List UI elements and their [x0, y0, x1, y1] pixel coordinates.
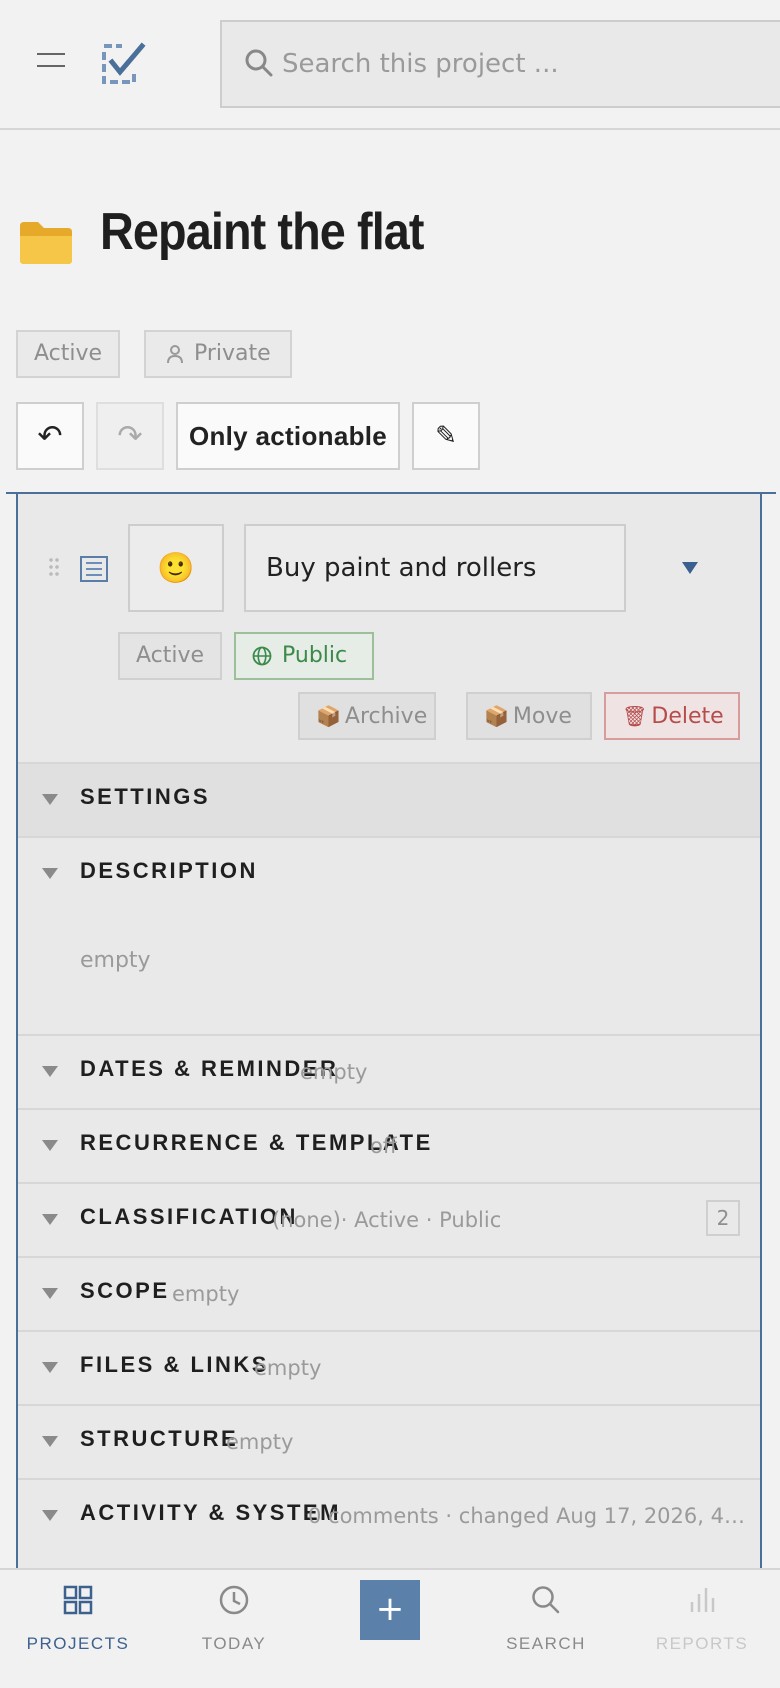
nav-reports-label: REPORTS: [655, 1634, 749, 1653]
section-value: empty: [226, 1430, 294, 1454]
collapse-triangle-icon: [42, 1436, 58, 1447]
add-button[interactable]: +: [360, 1580, 420, 1640]
section-value: off: [370, 1134, 398, 1158]
search-box[interactable]: [220, 20, 780, 108]
person-icon: [167, 345, 183, 364]
search-icon: [245, 49, 273, 77]
section-label: ACTIVITY & SYSTEM: [80, 1500, 341, 1525]
section-settings[interactable]: SETTINGS: [18, 762, 760, 836]
folder-icon: [18, 218, 74, 266]
chevron-down-icon[interactable]: [682, 562, 698, 574]
project-status-badge[interactable]: Active: [16, 330, 120, 378]
search-icon: [532, 1586, 560, 1614]
section-label: CLASSIFICATION: [80, 1204, 298, 1229]
section-value: 0 comments · changed Aug 17, 2026, 4…: [308, 1504, 745, 1528]
drag-handle-icon[interactable]: [48, 558, 60, 582]
nav-search[interactable]: SEARCH: [468, 1570, 624, 1688]
section-label: SCOPE: [80, 1278, 170, 1303]
public-label: Public: [282, 643, 348, 668]
delete-button[interactable]: 🗑 Delete: [604, 692, 740, 740]
section-recurrence-template[interactable]: RECURRENCE & TEMPLATE off: [18, 1108, 760, 1182]
checkbox-logo-icon[interactable]: [100, 42, 146, 86]
task-status-badge[interactable]: Active: [118, 632, 222, 680]
collapse-triangle-icon: [42, 1288, 58, 1299]
only-actionable-button[interactable]: Only actionable: [176, 402, 400, 470]
section-label: FILES & LINKS: [80, 1352, 269, 1377]
classification-count-badge: 2: [706, 1200, 740, 1236]
section-value: empty: [254, 1356, 322, 1380]
nav-projects-label: PROJECTS: [26, 1634, 130, 1653]
undo-button[interactable]: ↶: [16, 402, 84, 470]
archive-label: Archive: [344, 704, 428, 729]
archive-button[interactable]: 📦 Archive: [298, 692, 436, 740]
section-classification[interactable]: CLASSIFICATION (none)· Active · Public 2: [18, 1182, 760, 1256]
delete-label: Delete: [651, 704, 724, 729]
grid-icon: [63, 1585, 93, 1615]
section-dates-reminder[interactable]: DATES & REMINDER empty: [18, 1034, 760, 1108]
section-value: empty: [172, 1282, 240, 1306]
section-structure[interactable]: STRUCTURE empty: [18, 1404, 760, 1478]
project-visibility-badge[interactable]: Private: [144, 330, 292, 378]
nav-reports[interactable]: REPORTS: [624, 1570, 780, 1688]
collapse-triangle-icon: [42, 1362, 58, 1373]
section-label: STRUCTURE: [80, 1426, 239, 1451]
section-files-links[interactable]: FILES & LINKS empty: [18, 1330, 760, 1404]
nav-today[interactable]: TODAY: [156, 1570, 312, 1688]
box-icon: 📦: [484, 704, 509, 728]
section-value: empty: [300, 1060, 368, 1084]
task-visibility-badge[interactable]: Public: [234, 632, 374, 680]
section-description[interactable]: DESCRIPTION empty: [18, 836, 760, 1034]
redo-button[interactable]: ↷: [96, 402, 164, 470]
move-label: Move: [512, 704, 572, 729]
visibility-label: Private: [194, 341, 271, 366]
bar-chart-icon: [690, 1588, 715, 1612]
section-value: (none)· Active · Public: [272, 1208, 502, 1232]
trash-icon: 🗑: [622, 704, 648, 728]
collapse-triangle-icon: [42, 1140, 58, 1151]
section-label: SETTINGS: [80, 784, 211, 809]
top-bar: [0, 0, 780, 130]
page-title: Repaint the flat: [100, 203, 425, 261]
collapse-triangle-icon: [42, 1510, 58, 1521]
description-empty-text[interactable]: empty: [80, 948, 151, 973]
globe-icon: [252, 646, 272, 666]
nav-search-label: SEARCH: [506, 1634, 586, 1653]
box-icon: 📦: [316, 704, 341, 728]
collapse-triangle-icon: [42, 868, 58, 879]
emoji-picker-button[interactable]: 🙂: [128, 524, 224, 612]
task-card: 🙂 Buy paint and rollers Active Public 📦 A…: [16, 494, 762, 1568]
move-button[interactable]: 📦 Move: [466, 692, 592, 740]
nav-projects[interactable]: PROJECTS: [0, 1570, 156, 1688]
section-activity-system[interactable]: ACTIVITY & SYSTEM 0 comments · changed A…: [18, 1478, 760, 1568]
section-label: DESCRIPTION: [80, 858, 258, 883]
clock-icon: [219, 1585, 249, 1615]
section-scope[interactable]: SCOPE empty: [18, 1256, 760, 1330]
collapse-triangle-icon: [42, 1066, 58, 1077]
collapse-triangle-icon: [42, 794, 58, 805]
nav-today-label: TODAY: [201, 1634, 267, 1653]
search-input[interactable]: [282, 42, 762, 86]
edit-pencil-button[interactable]: ✎: [412, 402, 480, 470]
hamburger-icon[interactable]: [37, 53, 65, 73]
note-icon[interactable]: [80, 556, 108, 582]
bottom-nav: PROJECTS TODAY + SEARCH REPORTS: [0, 1568, 780, 1688]
task-title-input[interactable]: Buy paint and rollers: [244, 524, 626, 612]
collapse-triangle-icon: [42, 1214, 58, 1225]
